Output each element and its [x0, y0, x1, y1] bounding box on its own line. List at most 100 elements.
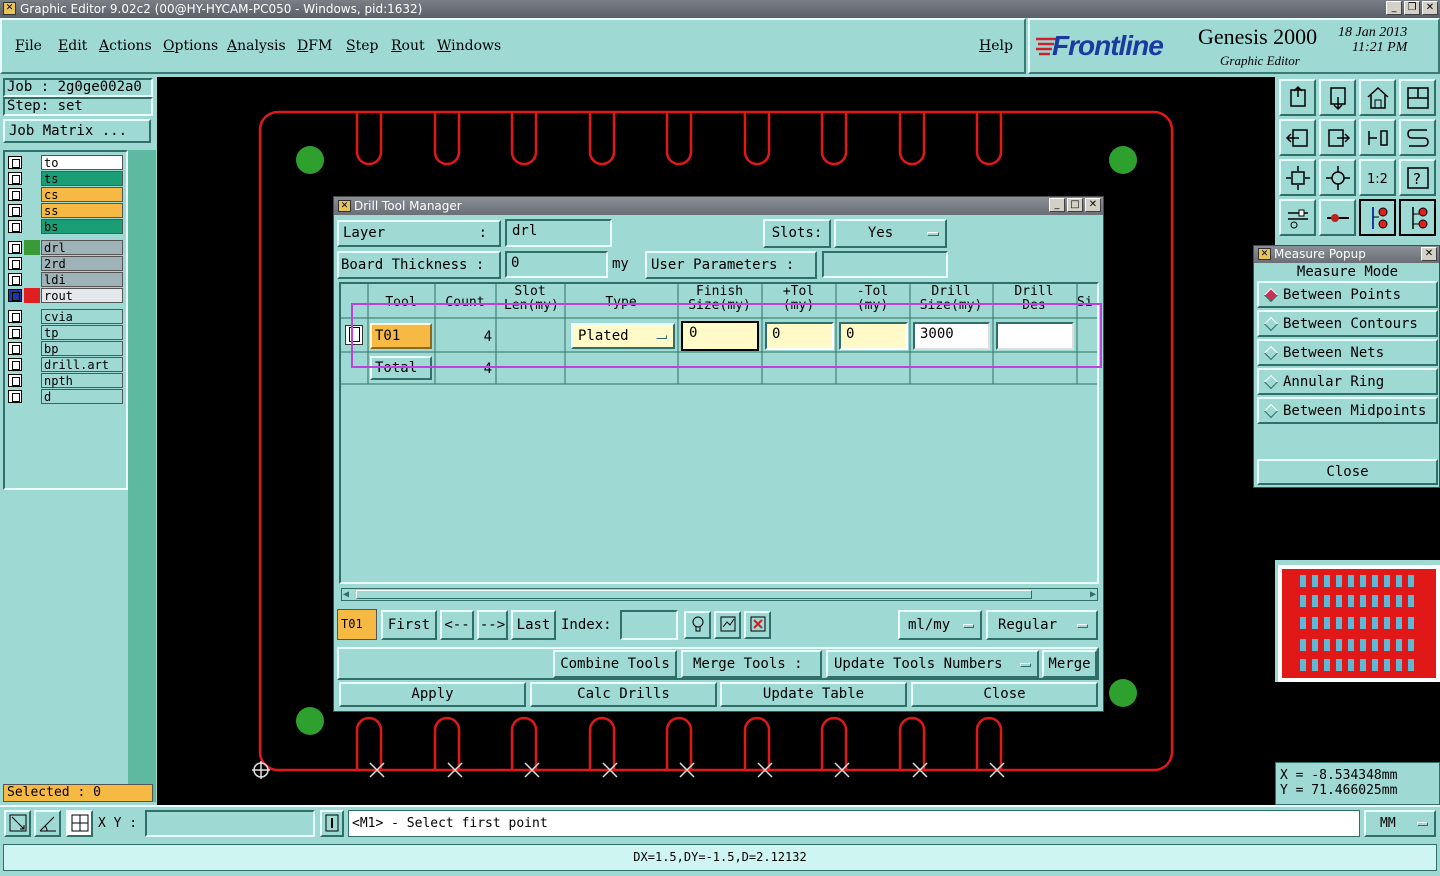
layer-checkbox[interactable] [8, 390, 22, 403]
menu-file[interactable]: File [15, 38, 42, 54]
scale-one-to-two-icon[interactable]: 1:2 [1359, 159, 1396, 196]
plus-tol-input[interactable]: 0 [765, 322, 834, 350]
layer-value-field[interactable]: drl [505, 219, 612, 247]
layer-name[interactable]: bs [41, 219, 123, 234]
layer-row-tp[interactable]: tp [8, 325, 123, 340]
calc-drills-button[interactable]: Calc Drills [530, 682, 717, 707]
layer-row-ldi[interactable]: ldi [8, 272, 123, 287]
menu-help[interactable]: Help [979, 38, 1013, 54]
finish-size-input[interactable]: 0 [681, 321, 759, 351]
zoom-home-icon[interactable] [1279, 79, 1316, 116]
dialog-close-x-button[interactable]: ✕ [1085, 198, 1101, 212]
layer-name[interactable]: ldi [41, 272, 123, 287]
layer-row-bp[interactable]: bp [8, 341, 123, 356]
drill-size-input[interactable]: 3000 [913, 322, 990, 350]
last-button[interactable]: Last [511, 610, 556, 640]
help-icon[interactable]: ? [1399, 159, 1436, 196]
layer-name[interactable]: tp [41, 325, 123, 340]
layer-checkbox[interactable] [8, 257, 22, 270]
layer-row-to[interactable]: to [8, 155, 123, 170]
layer-checkbox[interactable] [8, 156, 22, 169]
layer-name[interactable]: 2rd [41, 256, 123, 271]
index-input[interactable] [620, 610, 678, 640]
user-parameters-field[interactable] [822, 251, 948, 278]
units-dropdown[interactable]: ml/my [898, 610, 982, 640]
merge-button[interactable]: Merge [1042, 650, 1097, 678]
layer-checkbox[interactable] [8, 273, 22, 286]
close-window-button[interactable]: ✕ [1422, 1, 1438, 15]
layer-name[interactable]: d [41, 389, 123, 404]
row-select-checkbox[interactable] [345, 325, 363, 345]
menu-options[interactable]: Options [163, 38, 218, 54]
layer-row-cvia[interactable]: cvia [8, 309, 123, 324]
net-highlight-icon[interactable] [1359, 199, 1396, 236]
xy-input[interactable] [145, 810, 315, 837]
settings-sliders-icon[interactable] [1279, 199, 1316, 236]
pan-left-icon[interactable] [1279, 119, 1316, 156]
layer-row-ts[interactable]: ts [8, 171, 123, 186]
layer-checkbox[interactable] [8, 358, 22, 371]
dialog-maximize-button[interactable]: □ [1067, 198, 1083, 212]
layer-name[interactable]: cs [41, 187, 123, 202]
close-button[interactable]: Close [911, 682, 1098, 707]
layer-checkbox[interactable] [8, 310, 22, 323]
overview-map[interactable] [1278, 565, 1440, 682]
layer-row-cs[interactable]: cs [8, 187, 123, 202]
measure-option-annular-ring[interactable]: Annular Ring [1257, 368, 1438, 395]
menu-step[interactable]: Step [346, 38, 378, 54]
layer-row-d[interactable]: d [8, 389, 123, 404]
job-matrix-button[interactable]: Job Matrix ... [3, 119, 151, 143]
scrollbar-thumb[interactable] [356, 590, 1032, 599]
layer-checkbox[interactable] [8, 220, 22, 233]
slots-dropdown[interactable]: Yes [834, 219, 947, 248]
layer-name[interactable]: drl [41, 240, 123, 255]
grid-snap-icon[interactable] [66, 810, 93, 837]
layer-label-button[interactable]: Layer: [337, 220, 501, 247]
layer-checkbox[interactable] [8, 241, 22, 254]
layer-checkbox[interactable] [8, 172, 22, 185]
layer-row-rout[interactable]: rout [8, 288, 123, 303]
update-table-button[interactable]: Update Table [720, 682, 907, 707]
menu-edit[interactable]: Edit [58, 38, 87, 54]
delete-icon[interactable] [744, 611, 771, 639]
angle-tool-icon[interactable] [34, 810, 61, 837]
layer-name[interactable]: npth [41, 373, 123, 388]
maximize-button[interactable]: ❐ [1404, 1, 1420, 15]
drill-des-input[interactable] [996, 322, 1074, 350]
next-button[interactable]: --> [477, 610, 508, 640]
scroll-right-icon[interactable]: ▶ [1090, 589, 1096, 600]
layer-name[interactable]: ts [41, 171, 123, 186]
pad-snap-icon[interactable] [1319, 199, 1356, 236]
snake-icon[interactable] [1399, 119, 1436, 156]
menu-rout[interactable]: Rout [391, 38, 425, 54]
menu-dfm[interactable]: DFM [297, 38, 332, 54]
layer-checkbox[interactable] [8, 326, 22, 339]
mirror-icon[interactable] [1359, 119, 1396, 156]
layer-checkbox[interactable] [8, 204, 22, 217]
layer-name[interactable]: drill.art [41, 357, 123, 372]
layer-checkbox[interactable] [8, 374, 22, 387]
window-split-icon[interactable] [1399, 79, 1436, 116]
layer-name[interactable]: bp [41, 341, 123, 356]
layer-checkbox[interactable] [8, 188, 22, 201]
measure-option-between-midpoints[interactable]: Between Midpoints [1257, 397, 1438, 424]
units-mm-dropdown[interactable]: MM [1364, 810, 1436, 837]
layer-row-bs[interactable]: bs [8, 219, 123, 234]
pan-right-icon[interactable] [1319, 119, 1356, 156]
net-select-icon[interactable] [1399, 199, 1436, 236]
board-thickness-input[interactable]: 0 [505, 251, 608, 278]
layer-name[interactable]: to [41, 155, 123, 170]
merge-option-dropdown[interactable]: Update Tools Numbers [826, 650, 1039, 678]
combine-tools-button[interactable]: Combine Tools [553, 650, 677, 678]
minimize-button[interactable]: _ [1386, 1, 1402, 15]
tool-t01-button[interactable]: T01 [370, 323, 432, 349]
apply-button[interactable]: Apply [339, 682, 526, 707]
user-parameters-button[interactable]: User Parameters : [645, 251, 817, 279]
menu-actions[interactable]: Actions [99, 38, 152, 54]
layer-row-ss[interactable]: ss [8, 203, 123, 218]
measure-option-between-contours[interactable]: Between Contours [1257, 310, 1438, 337]
dialog-minimize-button[interactable]: _ [1049, 198, 1065, 212]
zoom-fit-icon[interactable] [1279, 159, 1316, 196]
home-icon[interactable] [1359, 79, 1396, 116]
layer-row-drl[interactable]: drl [8, 240, 123, 255]
